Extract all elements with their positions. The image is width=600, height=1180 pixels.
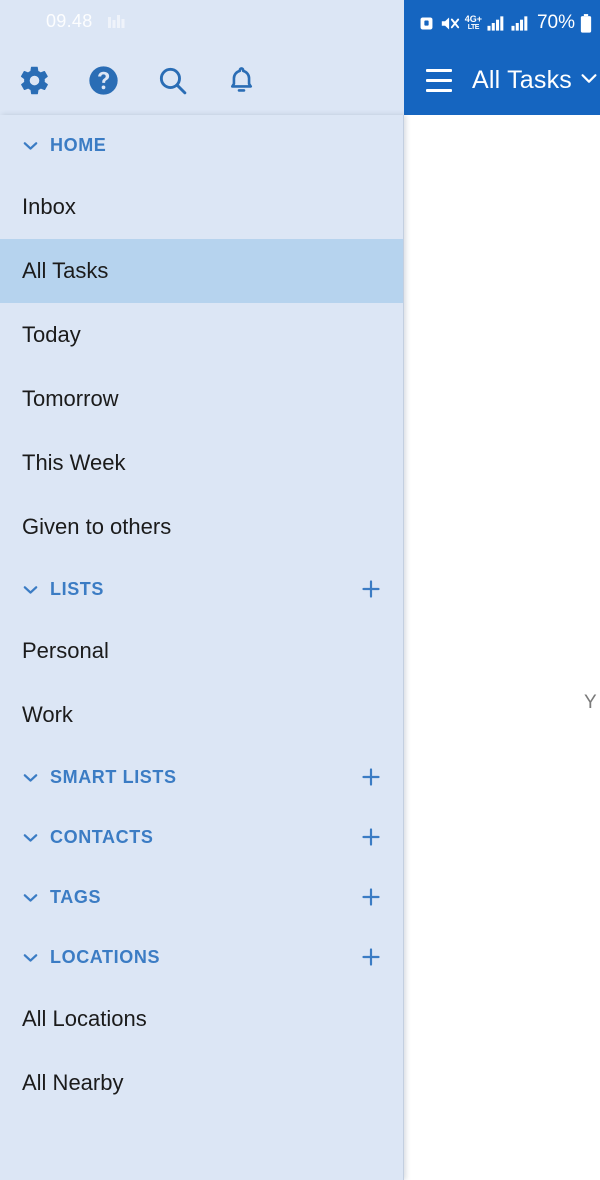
drawer-section-label: TAGS bbox=[50, 886, 102, 907]
add-contacts-button[interactable] bbox=[339, 807, 403, 867]
chevron-down-icon bbox=[20, 135, 42, 156]
drawer-item-label: Work bbox=[22, 702, 73, 727]
drawer-section-label: CONTACTS bbox=[50, 826, 154, 847]
network-label-primary: 4G+ bbox=[464, 14, 482, 24]
phone-screen: 09.48 4G+ LTE 70% Y All Tasks HOME Inbox… bbox=[0, 0, 600, 1180]
drawer-item-inbox[interactable]: Inbox bbox=[0, 175, 403, 239]
drawer-item-work[interactable]: Work bbox=[0, 683, 403, 747]
drawer-item-this-week[interactable]: This Week bbox=[0, 431, 403, 495]
drawer-toolbar bbox=[0, 46, 404, 115]
navigation-drawer: HOME Inbox All Tasks Today Tomorrow This Week… bbox=[0, 115, 404, 1180]
chevron-down-icon[interactable] bbox=[578, 67, 600, 94]
drawer-section-header-lists[interactable]: LISTS bbox=[0, 559, 403, 619]
alarm-icon bbox=[418, 15, 435, 32]
add-locations-button[interactable] bbox=[339, 927, 403, 987]
drawer-item-label: All Nearby bbox=[22, 1070, 124, 1095]
settings-gear-icon[interactable] bbox=[0, 46, 68, 115]
signal-bars-sim1-icon bbox=[487, 14, 506, 32]
drawer-section-header-smart-lists[interactable]: SMART LISTS bbox=[0, 747, 403, 807]
content-placeholder-text: Y bbox=[584, 692, 597, 713]
search-icon[interactable] bbox=[138, 46, 206, 115]
drawer-section-label: LISTS bbox=[50, 578, 105, 599]
notifications-bell-icon[interactable] bbox=[207, 46, 275, 115]
signal-bars-sim2-icon bbox=[511, 14, 530, 32]
drawer-item-label: All Tasks bbox=[22, 258, 109, 283]
hamburger-menu-icon[interactable] bbox=[426, 69, 453, 92]
battery-icon bbox=[580, 13, 592, 33]
drawer-item-all-nearby[interactable]: All Nearby bbox=[0, 1051, 403, 1115]
drawer-item-all-locations[interactable]: All Locations bbox=[0, 987, 403, 1051]
drawer-item-label: Today bbox=[22, 322, 81, 347]
add-tags-button[interactable] bbox=[339, 867, 403, 927]
drawer-section-header-locations[interactable]: LOCATIONS bbox=[0, 927, 403, 987]
drawer-item-given-to-others[interactable]: Given to others bbox=[0, 495, 403, 559]
status-bar: 09.48 4G+ LTE 70% bbox=[0, 0, 600, 46]
chevron-down-icon bbox=[20, 767, 42, 788]
drawer-item-label: Inbox bbox=[22, 194, 76, 219]
drawer-item-today[interactable]: Today bbox=[0, 303, 403, 367]
add-smart-lists-button[interactable] bbox=[339, 747, 403, 807]
drawer-section-header-contacts[interactable]: CONTACTS bbox=[0, 807, 403, 867]
network-label-secondary: LTE bbox=[467, 24, 480, 31]
drawer-item-label: Personal bbox=[22, 638, 109, 663]
help-circle-icon[interactable] bbox=[69, 46, 137, 115]
drawer-item-personal[interactable]: Personal bbox=[0, 619, 403, 683]
chevron-down-icon bbox=[20, 579, 42, 600]
chevron-down-icon bbox=[20, 887, 42, 908]
drawer-item-tomorrow[interactable]: Tomorrow bbox=[0, 367, 403, 431]
drawer-item-label: This Week bbox=[22, 450, 126, 475]
drawer-section-header-home[interactable]: HOME bbox=[0, 115, 403, 175]
drawer-section-label: SMART LISTS bbox=[50, 766, 177, 787]
status-bar-icon-tray: 4G+ LTE 70% bbox=[418, 0, 592, 46]
media-indicator-icon bbox=[108, 15, 125, 30]
chevron-down-icon bbox=[20, 827, 42, 848]
drawer-section-label: HOME bbox=[50, 134, 107, 155]
drawer-item-all-tasks[interactable]: All Tasks bbox=[0, 239, 403, 303]
drawer-section-label: LOCATIONS bbox=[50, 946, 161, 967]
app-bar: All Tasks bbox=[404, 46, 600, 115]
volume-mute-icon bbox=[440, 14, 460, 33]
add-lists-button[interactable] bbox=[339, 559, 403, 619]
chevron-down-icon bbox=[20, 947, 42, 968]
drawer-section-header-tags[interactable]: TAGS bbox=[0, 867, 403, 927]
drawer-item-label: Given to others bbox=[22, 514, 172, 539]
battery-percent-label: 70% bbox=[536, 12, 575, 33]
drawer-item-label: Tomorrow bbox=[22, 386, 119, 411]
status-bar-clock: 09.48 bbox=[46, 11, 93, 31]
page-title: All Tasks bbox=[472, 66, 572, 94]
task-list-content-pane: Y bbox=[404, 115, 600, 1180]
drawer-item-label: All Locations bbox=[22, 1006, 147, 1031]
network-4g-plus-icon: 4G+ LTE bbox=[464, 14, 482, 32]
